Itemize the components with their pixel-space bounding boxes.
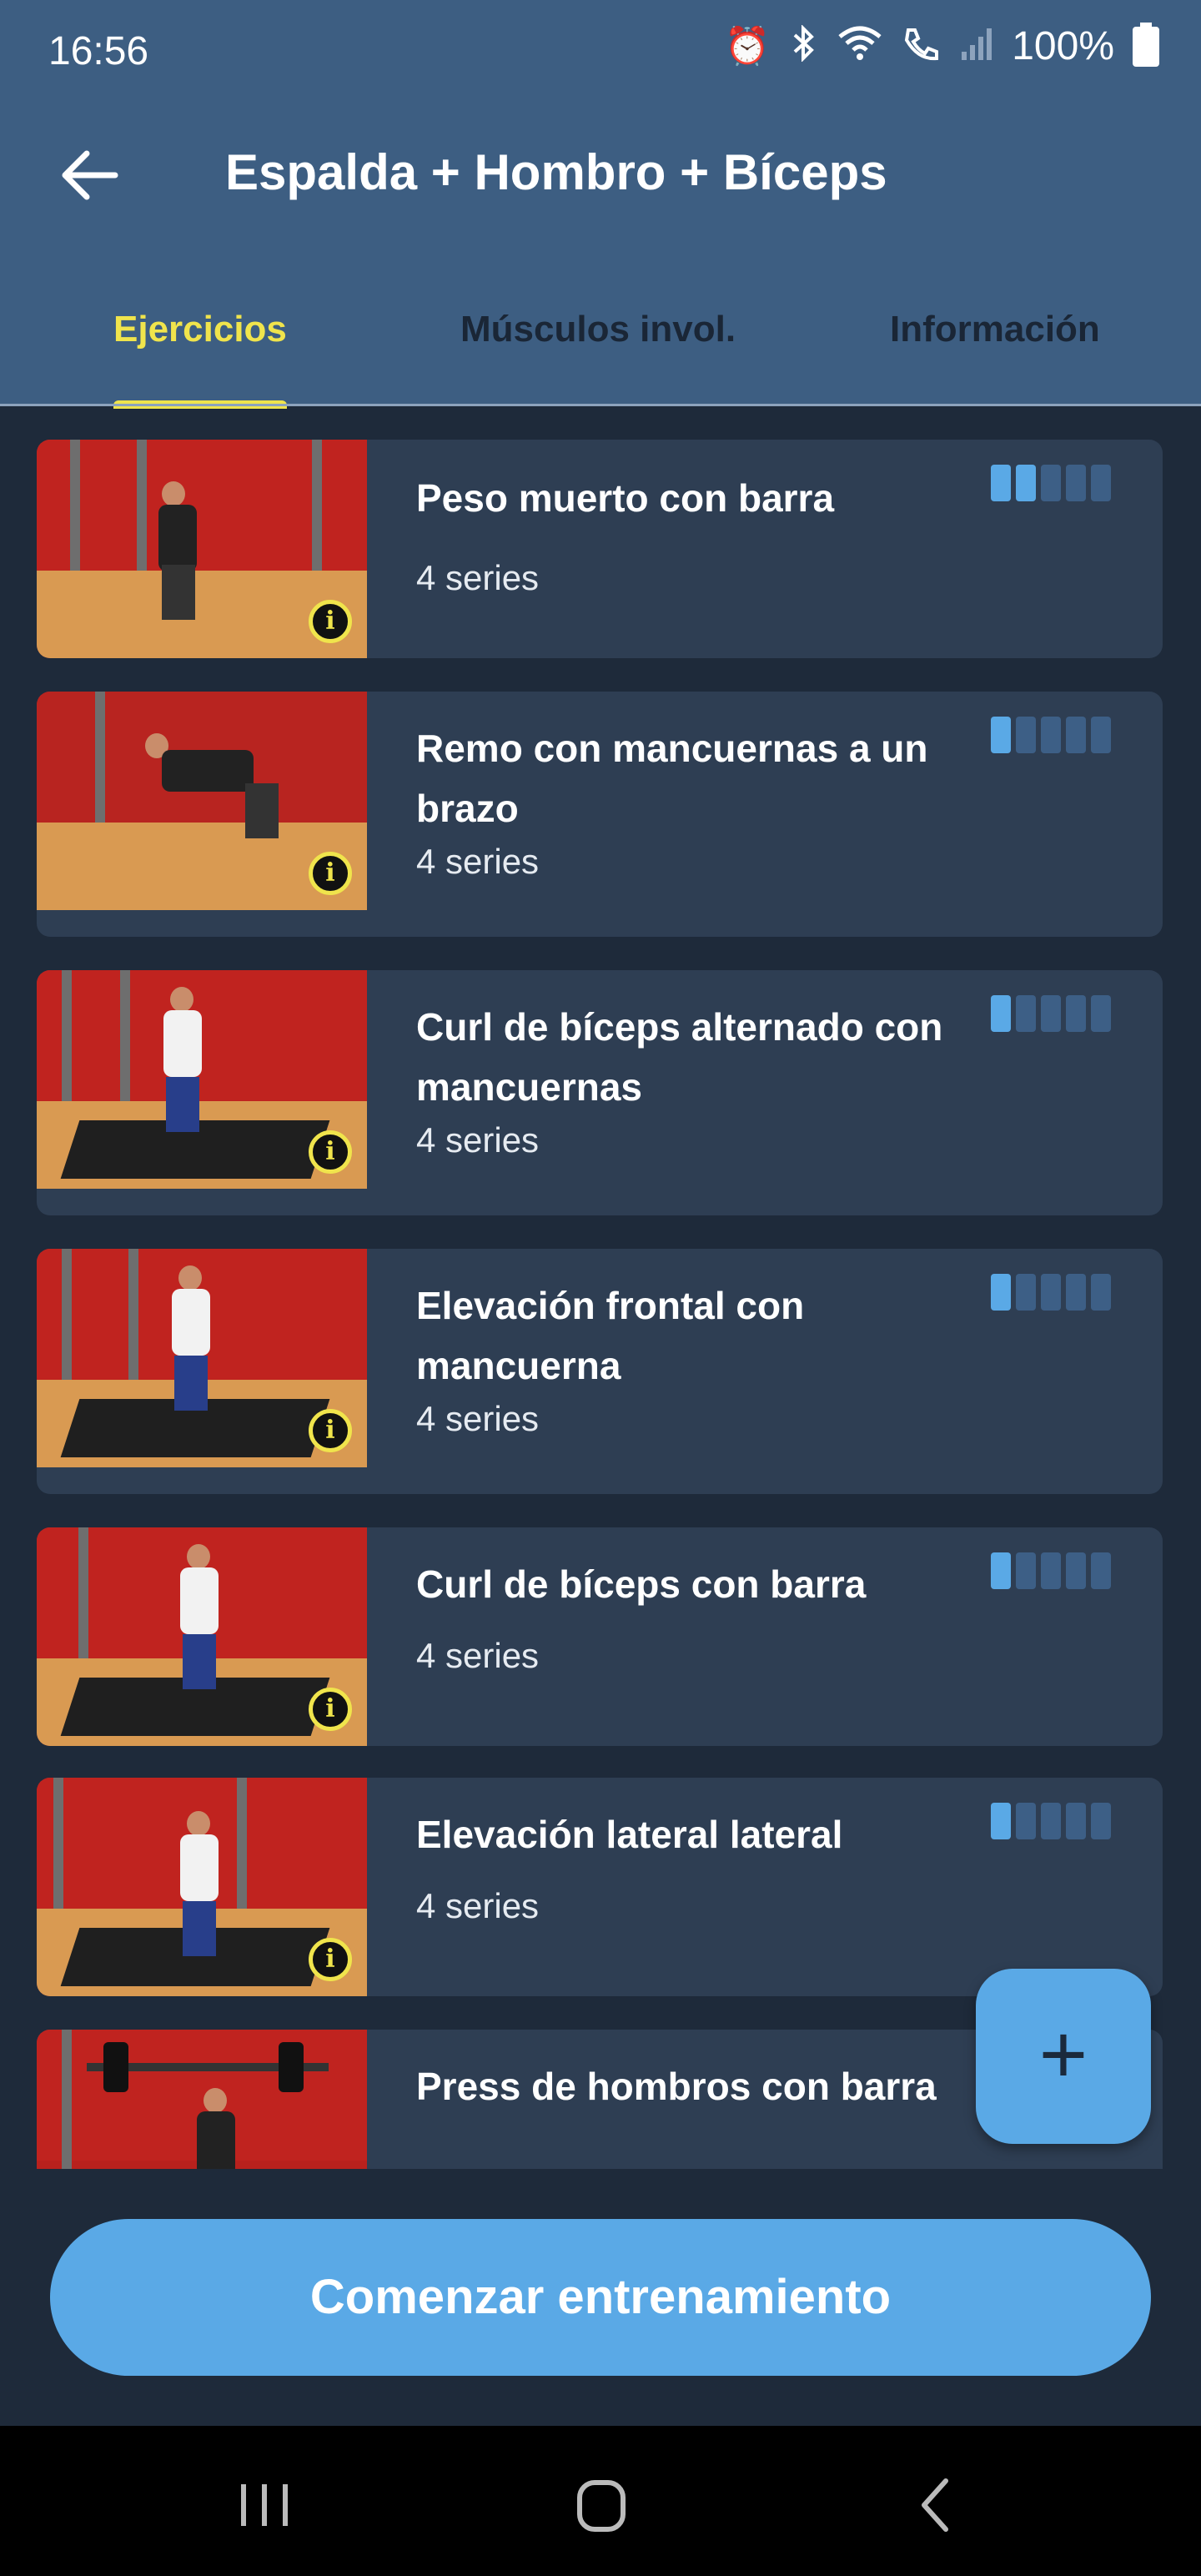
difficulty-meter [991,995,1111,1032]
difficulty-meter [991,465,1111,501]
exercise-card[interactable]: i Curl de bíceps alternado con mancuerna… [37,970,1163,1215]
exercise-thumbnail[interactable]: i [37,1527,367,1746]
tab-musculos[interactable]: Músculos invol. [460,309,736,350]
tab-ejercicios[interactable]: Ejercicios [113,309,287,350]
alarm-icon: ⏰ [724,25,771,67]
exercise-name: Press de hombros con barra [416,2065,937,2108]
info-icon[interactable]: i [309,1409,352,1452]
exercise-series: 4 series [416,1399,540,1438]
home-icon[interactable] [563,2468,638,2543]
exercise-list[interactable]: i Peso muerto con barra 4 series i Remo … [0,406,1201,2169]
app-header: 16:56 ⏰ 100% Espalda + Hombro + Bíceps E [0,0,1201,409]
exercise-name: Elevación lateral lateral [416,1813,843,1856]
signal-icon [960,25,993,68]
difficulty-meter [991,1552,1111,1589]
status-bar: 16:56 ⏰ 100% [0,0,1201,108]
exercise-name: Peso muerto con barra [416,476,835,520]
battery-icon [1133,22,1159,67]
back-arrow-icon[interactable] [57,142,123,209]
exercise-card[interactable]: i Curl de bíceps con barra 4 series [37,1527,1163,1746]
tab-informacion[interactable]: Información [890,309,1100,350]
add-exercise-button[interactable]: + [976,1969,1151,2144]
exercise-thumbnail[interactable]: i [37,970,367,1189]
info-icon[interactable]: i [309,1688,352,1731]
info-icon[interactable]: i [309,600,352,643]
exercise-thumbnail[interactable]: i [37,1778,367,1996]
exercise-card[interactable]: i Elevación lateral lateral 4 series [37,1778,1163,1996]
exercise-card[interactable]: i Elevación frontal con mancuerna 4 seri… [37,1249,1163,1494]
exercise-thumbnail[interactable] [37,2030,367,2169]
exercise-card[interactable]: i Peso muerto con barra 4 series [37,440,1163,658]
status-time: 16:56 [48,29,149,73]
tab-bar: Ejercicios Músculos invol. Información [0,284,1201,409]
difficulty-meter [991,1274,1111,1311]
exercise-series: 4 series [416,558,540,597]
start-workout-button[interactable]: Comenzar entrenamiento [50,2219,1151,2376]
exercise-series: 4 series [416,1120,540,1160]
wifi-icon [837,25,883,68]
exercise-name: Elevación frontal con mancuerna [416,1284,805,1387]
exercise-thumbnail[interactable]: i [37,440,367,658]
exercise-name: Curl de bíceps alternado con mancuernas [416,1005,943,1109]
plus-icon: + [1038,2008,1088,2101]
difficulty-meter [991,717,1111,753]
status-icons: ⏰ 100% [724,22,1159,69]
page-title: Espalda + Hombro + Bíceps [225,144,887,200]
toolbar: Espalda + Hombro + Bíceps [0,125,1201,225]
info-icon[interactable]: i [309,852,352,895]
exercise-name: Curl de bíceps con barra [416,1562,867,1606]
exercise-series: 4 series [416,1636,540,1675]
wifi-call-icon [902,25,942,68]
exercise-name: Remo con mancuernas a un brazo [416,727,928,830]
difficulty-meter [991,1803,1111,1839]
exercise-thumbnail[interactable]: i [37,1249,367,1467]
exercise-series: 4 series [416,842,540,881]
info-icon[interactable]: i [309,1130,352,1174]
back-nav-icon[interactable] [899,2468,974,2543]
exercise-card[interactable]: i Remo con mancuernas a un brazo 4 serie… [37,692,1163,937]
recent-apps-icon[interactable] [227,2468,302,2543]
bluetooth-icon [788,23,818,68]
system-nav-bar [0,2426,1201,2576]
exercise-series: 4 series [416,1886,540,1925]
info-icon[interactable]: i [309,1938,352,1981]
battery-percent: 100% [1012,24,1114,68]
exercise-thumbnail[interactable]: i [37,692,367,910]
